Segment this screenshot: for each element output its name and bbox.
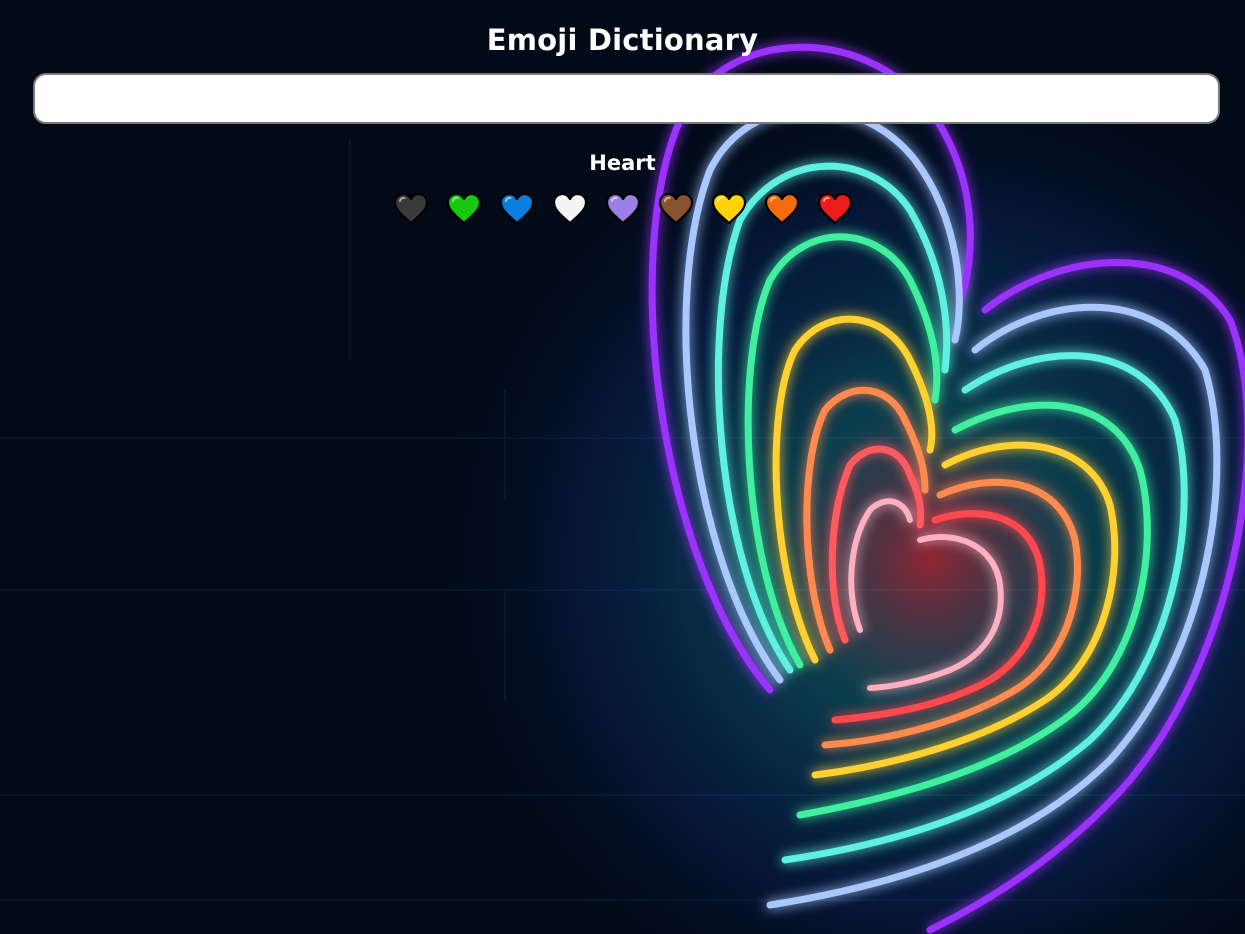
purple-heart-icon[interactable] [605,191,641,227]
blue-heart-icon[interactable] [499,191,535,227]
orange-heart-icon[interactable] [764,191,800,227]
red-heart-icon[interactable] [817,191,853,227]
page-title: Emoji Dictionary [486,23,759,57]
main-content: Emoji Dictionary Heart [0,0,1245,227]
green-heart-icon[interactable] [446,191,482,227]
category-heading: Heart [589,151,656,175]
app-page: Emoji Dictionary Heart [0,0,1245,934]
yellow-heart-icon[interactable] [711,191,747,227]
white-heart-icon[interactable] [552,191,588,227]
brown-heart-icon[interactable] [658,191,694,227]
emoji-list [0,191,1245,227]
emoji-search-input[interactable] [33,73,1220,124]
black-heart-icon[interactable] [393,191,429,227]
